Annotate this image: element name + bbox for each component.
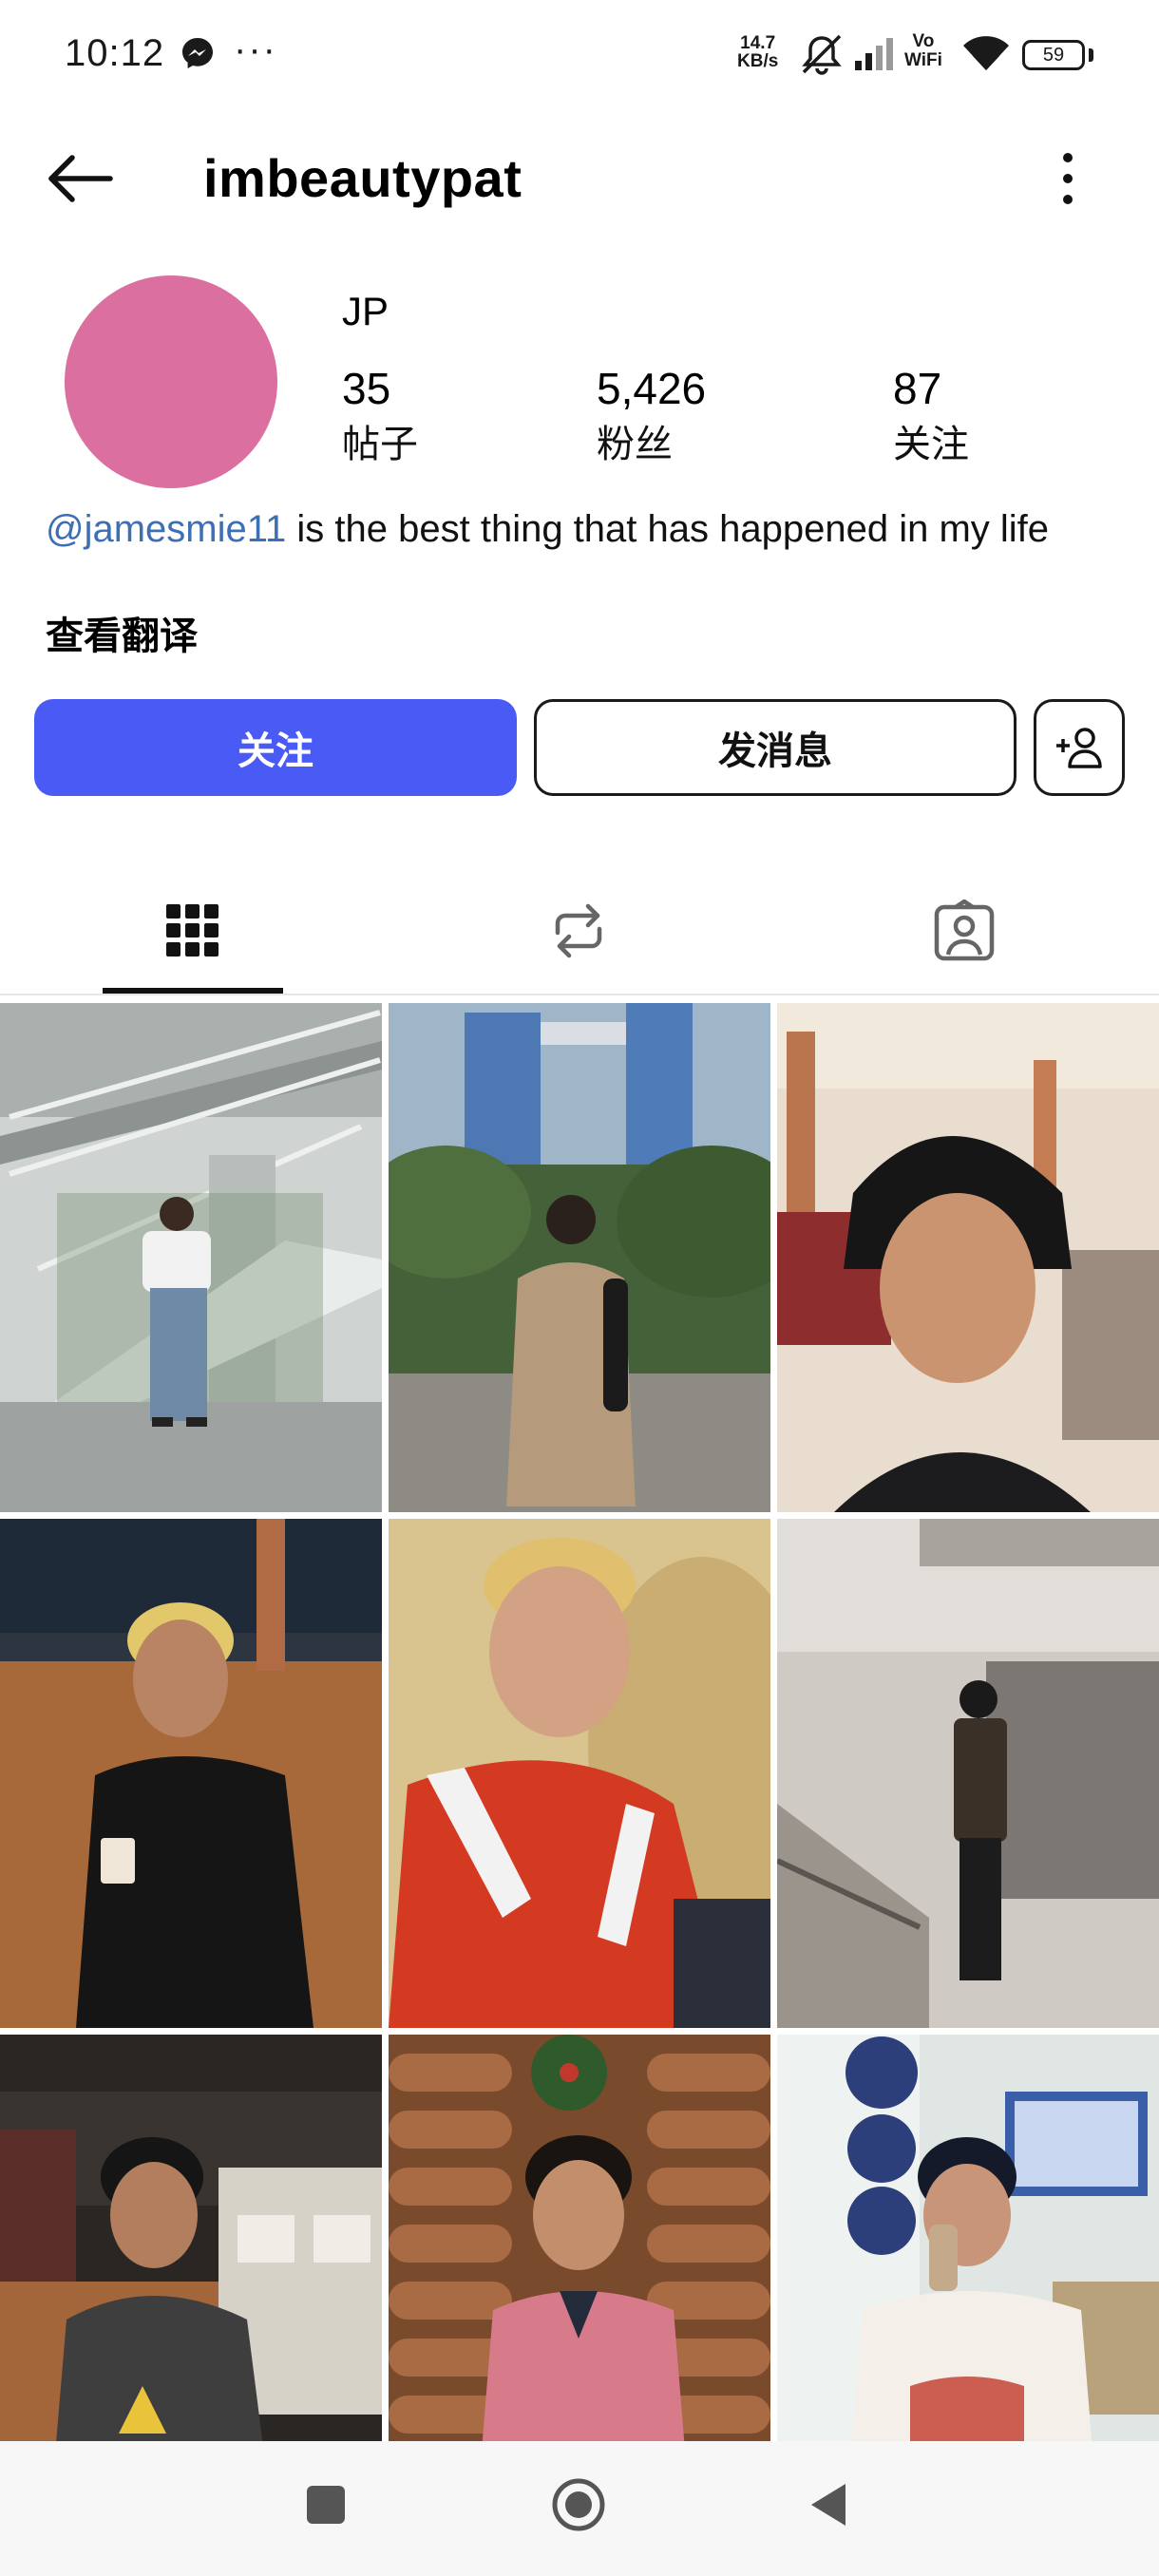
battery-icon: 59 [1022, 40, 1085, 70]
messenger-icon [182, 38, 213, 68]
bio-mention-link[interactable]: @jamesmie11 [46, 508, 286, 550]
stat-followers-value: 5,426 [597, 364, 707, 413]
recents-button[interactable] [304, 2483, 348, 2527]
grid-icon [166, 904, 218, 957]
suggested-users-button[interactable] [1034, 699, 1125, 796]
status-time: 10:12 [65, 32, 165, 74]
vowifi-bottom: WiFi [904, 50, 942, 70]
system-nav-bar [0, 2441, 1159, 2576]
vowifi-top: Vo [912, 31, 935, 51]
status-bar: 10:12 ··· 14.7 KB/s Vo WiFi 59 [0, 0, 1159, 114]
vowifi-indicator: Vo WiFi [904, 32, 942, 70]
stat-posts-value: 35 [342, 364, 391, 413]
stat-posts-label: 帖子 [342, 424, 418, 465]
stat-following-label: 关注 [893, 424, 969, 465]
stat-posts[interactable]: 35 帖子 [342, 359, 418, 471]
post-image-1 [0, 1003, 382, 1512]
post-thumbnail-6[interactable] [777, 1519, 1159, 2028]
post-image-2 [389, 1003, 770, 1512]
network-speed-unit: KB/s [737, 51, 779, 71]
post-thumbnail-4[interactable] [0, 1519, 382, 2028]
add-person-icon [1056, 728, 1102, 768]
display-name: JP [342, 289, 390, 333]
battery-tip [1089, 48, 1093, 62]
stat-following-value: 87 [893, 364, 942, 413]
post-image-6 [777, 1519, 1159, 2028]
post-thumbnail-5[interactable] [389, 1519, 770, 2028]
signal-icon [855, 38, 893, 70]
profile-username: imbeautypat [203, 148, 522, 208]
home-button[interactable] [549, 2475, 608, 2534]
more-notifications-icon: ··· [234, 28, 277, 70]
tab-reposts[interactable] [386, 874, 771, 988]
mute-icon [802, 34, 842, 75]
post-image-4 [0, 1519, 382, 2028]
post-image-5 [389, 1519, 770, 2028]
tagged-icon [934, 900, 995, 961]
wifi-icon [963, 36, 1009, 70]
network-speed: 14.7 KB/s [737, 34, 778, 70]
tab-posts-grid[interactable] [0, 874, 386, 988]
profile-bio: @jamesmie11 is the best thing that has h… [46, 505, 1119, 553]
post-thumbnail-3[interactable] [777, 1003, 1159, 1512]
more-options-icon[interactable] [1045, 142, 1091, 215]
back-nav-button[interactable] [808, 2481, 849, 2529]
post-thumbnail-1[interactable] [0, 1003, 382, 1512]
profile-avatar[interactable] [65, 275, 277, 488]
see-translation-link[interactable]: 查看翻译 [46, 608, 198, 665]
network-speed-value: 14.7 [740, 33, 776, 53]
message-button[interactable]: 发消息 [534, 699, 1016, 796]
stat-following[interactable]: 87 关注 [893, 359, 969, 471]
reposts-icon [555, 903, 602, 958]
stat-followers-label: 粉丝 [597, 424, 673, 465]
stat-followers[interactable]: 5,426 粉丝 [597, 359, 706, 471]
post-thumbnail-2[interactable] [389, 1003, 770, 1512]
tab-tagged[interactable] [771, 874, 1157, 988]
tab-divider [0, 994, 1159, 995]
bio-text: is the best thing that has happened in m… [286, 508, 1050, 550]
back-arrow-button[interactable] [44, 142, 116, 215]
post-image-3 [777, 1003, 1159, 1512]
follow-button[interactable]: 关注 [34, 699, 517, 796]
